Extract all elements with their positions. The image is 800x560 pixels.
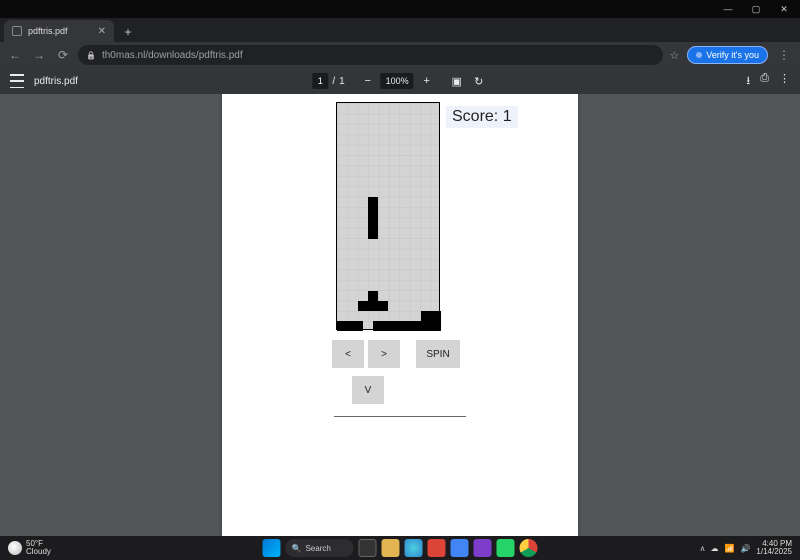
game-controls-row-2: V [352, 376, 384, 404]
move-left-button[interactable]: < [332, 340, 364, 368]
tetromino-block [368, 197, 378, 239]
window-maximize-button[interactable]: ▢ [742, 0, 770, 18]
new-tab-button[interactable]: + [118, 22, 138, 42]
bookmark-star-icon[interactable]: ☆ [669, 49, 679, 62]
pdf-page-input[interactable]: 1 [312, 73, 328, 89]
game-board [336, 102, 440, 330]
window-minimize-button[interactable]: — [714, 0, 742, 18]
pdf-menu-icon[interactable] [10, 74, 24, 88]
search-icon: 🔍 [292, 544, 302, 553]
game-controls-row: < > SPIN [332, 340, 460, 368]
tab-favicon-icon [12, 26, 22, 36]
volume-icon[interactable]: 🔊 [740, 544, 750, 553]
app-icon[interactable] [451, 539, 469, 557]
browser-tab[interactable]: pdftris.pdf ✕ [4, 20, 114, 42]
pdf-download-button[interactable]: ⭳ [746, 72, 750, 91]
verify-profile-chip[interactable]: Verify it's you [687, 46, 768, 64]
pdf-rotate-icon[interactable]: ↻ [470, 72, 488, 90]
system-clock[interactable]: 4:40 PM 1/14/2025 [756, 540, 792, 556]
text-input-line[interactable] [334, 416, 466, 417]
browser-tab-strip: pdftris.pdf ✕ + [0, 18, 800, 42]
score-display: Score: 1 [446, 106, 518, 128]
profile-dot-icon [696, 52, 702, 58]
pdf-toolbar: pdftris.pdf 1 / 1 − 100% + ▣ ↻ ⭳ ⎙ ⋮ [0, 68, 800, 94]
tray-overflow-icon[interactable]: ᴧ [700, 544, 704, 553]
tab-close-button[interactable]: ✕ [98, 26, 106, 37]
onedrive-icon[interactable]: ☁ [710, 544, 718, 553]
pdf-viewport[interactable]: Score: 1 < > SPIN V [0, 94, 800, 536]
window-close-button[interactable]: ✕ [770, 0, 798, 18]
pdf-fit-page-icon[interactable]: ▣ [448, 72, 466, 90]
taskbar-search[interactable]: 🔍 Search [286, 539, 354, 557]
task-view-icon[interactable] [359, 539, 377, 557]
reload-button[interactable]: ⟳ [54, 46, 72, 64]
pdf-more-button[interactable]: ⋮ [779, 72, 790, 91]
pdf-page: Score: 1 < > SPIN V [222, 94, 578, 536]
windows-taskbar: 50°F Cloudy 🔍 Search ᴧ ☁ 📶 🔊 4:40 PM 1/1… [0, 536, 800, 560]
weather-widget[interactable]: 50°F Cloudy [0, 540, 59, 556]
store-icon[interactable] [474, 539, 492, 557]
weather-icon [8, 541, 22, 555]
pdf-filename: pdftris.pdf [34, 76, 78, 87]
url-text: th0mas.nl/downloads/pdftris.pdf [102, 50, 243, 61]
tetromino-block [421, 311, 441, 321]
pdf-zoom-in-button[interactable]: + [418, 72, 436, 90]
move-down-button[interactable]: V [352, 376, 384, 404]
forward-button[interactable]: → [30, 46, 48, 64]
pdf-print-button[interactable]: ⎙ [760, 72, 769, 91]
lock-icon [86, 50, 96, 61]
chrome-icon[interactable] [520, 539, 538, 557]
verify-label: Verify it's you [706, 50, 759, 60]
pdf-page-total: 1 [339, 76, 345, 87]
weather-cond: Cloudy [26, 548, 51, 556]
tab-title: pdftris.pdf [28, 26, 68, 36]
url-input[interactable]: th0mas.nl/downloads/pdftris.pdf [78, 45, 663, 65]
app-icon[interactable] [428, 539, 446, 557]
whatsapp-icon[interactable] [497, 539, 515, 557]
wifi-icon[interactable]: 📶 [724, 544, 734, 553]
browser-menu-button[interactable]: ⋮ [774, 48, 794, 62]
edge-icon[interactable] [405, 539, 423, 557]
move-right-button[interactable]: > [368, 340, 400, 368]
pdf-page-sep: / [332, 76, 335, 87]
tetromino-block [373, 321, 441, 331]
start-button[interactable] [263, 539, 281, 557]
address-bar: ← → ⟳ th0mas.nl/downloads/pdftris.pdf ☆ … [0, 42, 800, 68]
tetromino-block [368, 291, 378, 301]
tetromino-block [337, 321, 363, 331]
explorer-icon[interactable] [382, 539, 400, 557]
back-button[interactable]: ← [6, 46, 24, 64]
pdf-zoom-level[interactable]: 100% [381, 73, 414, 89]
pdf-zoom-out-button[interactable]: − [359, 72, 377, 90]
tetromino-block [358, 301, 388, 311]
spin-button[interactable]: SPIN [416, 340, 460, 368]
